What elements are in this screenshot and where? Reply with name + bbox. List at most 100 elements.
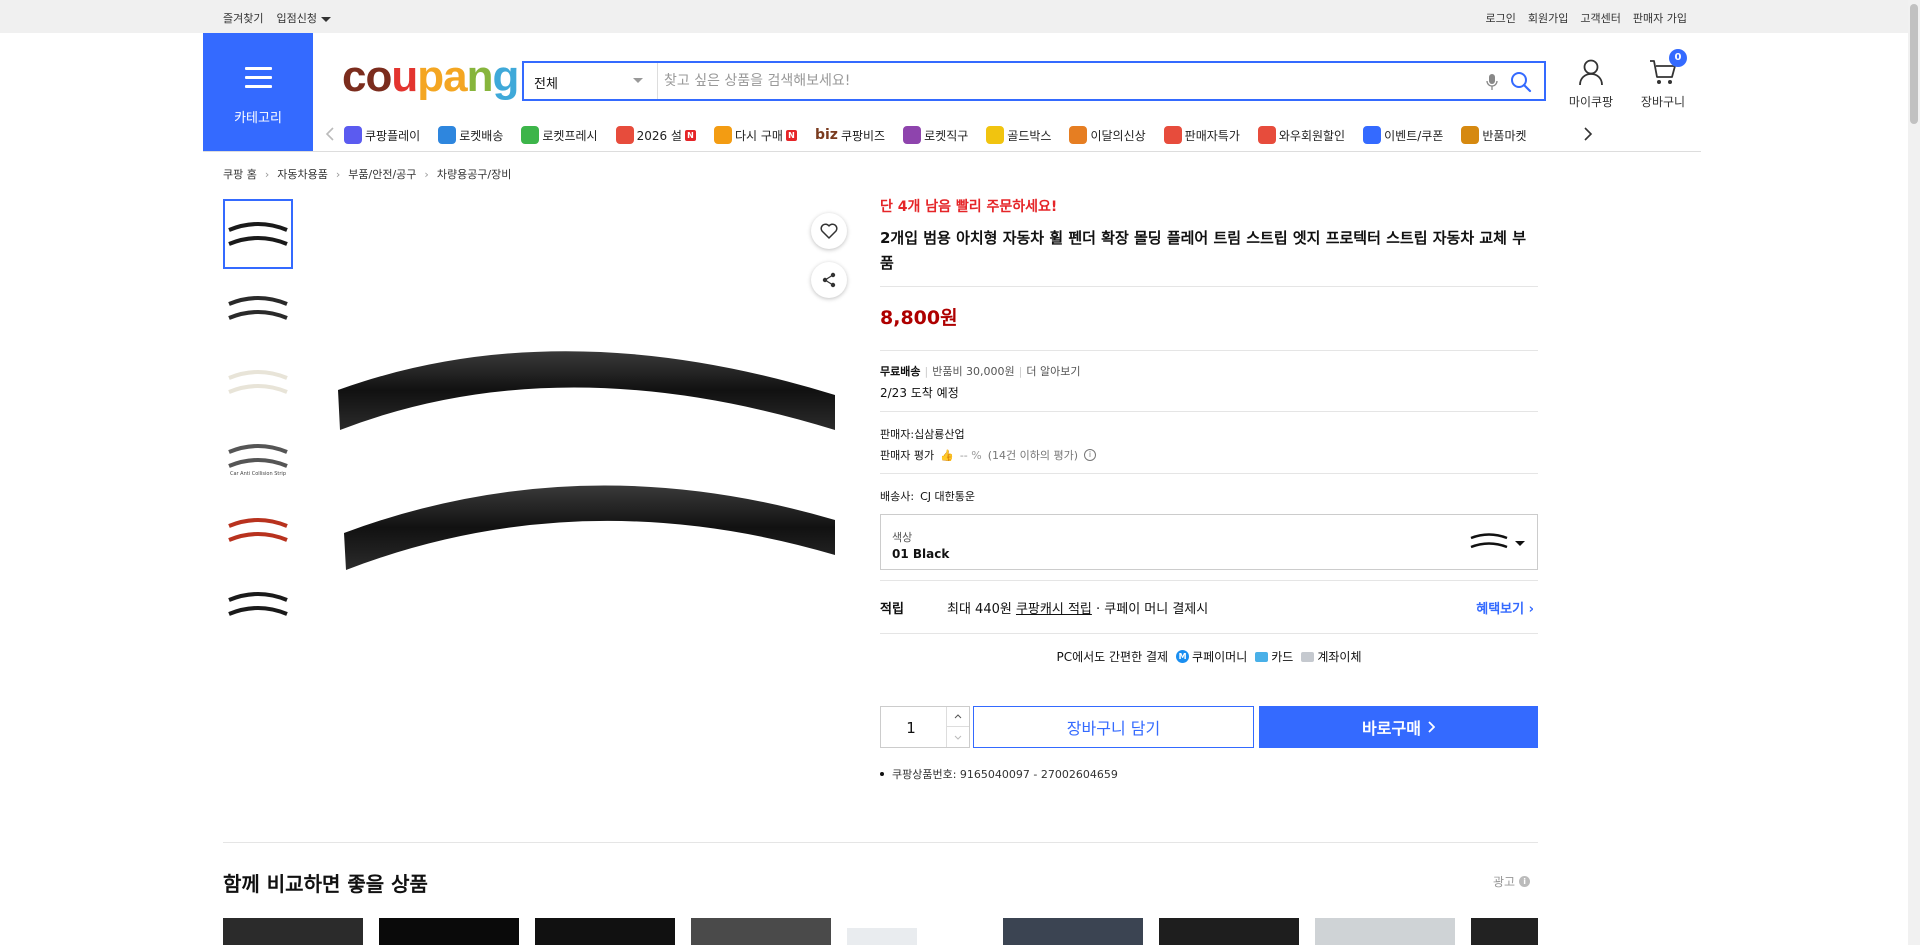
search-icon[interactable] (1510, 71, 1532, 93)
nav-prev-icon[interactable] (324, 126, 336, 142)
nav-item[interactable]: 로켓직구 (903, 126, 968, 144)
gift-icon (615, 126, 634, 144)
nav-item[interactable]: 이벤트/쿠폰 (1363, 126, 1443, 144)
new-icon (1069, 126, 1088, 144)
cash-reward-link[interactable]: 쿠팡캐시 적립 (1016, 598, 1092, 617)
share-button[interactable] (811, 262, 847, 298)
nav-item-label: 이달의신상 (1090, 128, 1146, 143)
compare-product-card[interactable] (691, 918, 831, 945)
seller-apply-menu[interactable]: 입점신청 (276, 10, 331, 26)
separator: | (1018, 365, 1023, 378)
benefits-link[interactable]: 혜택보기 › (1476, 598, 1534, 617)
category-label: 카테고리 (234, 111, 282, 126)
category-button[interactable]: 카테고리 (203, 33, 313, 152)
info-icon[interactable]: i (1084, 449, 1096, 461)
carrier-info: 배송사: CJ 대한통운 (880, 488, 1538, 504)
nav-item[interactable]: 쿠팡플레이 (344, 126, 420, 144)
caret-down-icon (320, 16, 331, 22)
wishlist-button[interactable] (811, 213, 847, 249)
nav-item[interactable]: 반품마켓 (1461, 126, 1527, 144)
nav-item-label: 로켓직구 (924, 128, 969, 143)
breadcrumb-separator-icon: › (424, 167, 429, 181)
add-to-cart-button[interactable]: 장바구니 담기 (973, 706, 1254, 748)
purchase-row: 1 장바구니 담기 바로구매 (880, 706, 1538, 748)
reward-amount: 최대 440원 (947, 601, 1012, 617)
compare-product-card[interactable] (535, 918, 675, 945)
payment-methods: PC에서도 간편한 결제 M 쿠페이머니 카드 계좌이체 (880, 648, 1538, 665)
rocket-icon (438, 126, 457, 144)
ad-label[interactable]: 광고 i (1493, 873, 1531, 890)
coupang-logo[interactable]: coupang (342, 52, 520, 101)
option-selector[interactable]: 색상 01 Black (880, 514, 1538, 570)
quantity-stepper: 1 (880, 706, 970, 748)
logo-part: u (391, 52, 418, 101)
compare-product-card[interactable] (379, 918, 519, 945)
option-thumbnail-icon (1470, 533, 1508, 549)
header-divider (203, 151, 1701, 152)
breadcrumb-item[interactable]: 쿠팡 홈 (223, 166, 257, 182)
seller-apply-label: 입점신청 (276, 12, 317, 25)
quantity-input[interactable]: 1 (881, 719, 941, 737)
nav-item[interactable]: 이달의신상 (1069, 126, 1146, 144)
compare-product-card[interactable] (847, 928, 917, 945)
compare-product-card[interactable] (1471, 918, 1538, 945)
buy-now-button[interactable]: 바로구매 (1259, 706, 1538, 748)
thumbnail[interactable]: Car Anti Collision Strip (223, 421, 293, 491)
mypage-button[interactable]: 마이쿠팡 (1561, 57, 1621, 110)
quantity-decrease-button[interactable] (946, 727, 969, 747)
search-input[interactable] (664, 69, 1454, 93)
breadcrumb-separator-icon: › (335, 167, 341, 181)
search-category-select[interactable]: 전체 (524, 63, 658, 99)
nav-item[interactable]: 로켓프레시 (521, 126, 598, 144)
nav-item[interactable]: 골드박스 (986, 126, 1051, 144)
thumbnail[interactable] (223, 199, 293, 269)
carrier-name: CJ 대한통운 (920, 490, 975, 503)
nav-item[interactable]: biz 쿠팡비즈 (815, 127, 885, 144)
nav-item[interactable]: 다시 구매 N (713, 126, 797, 144)
nav-item[interactable]: 2026 설N (615, 126, 696, 144)
arrival-date: 2/23 도착 예정 (880, 386, 959, 400)
thumbnail[interactable] (223, 495, 293, 565)
bookmark-link[interactable]: 즐겨찾기 (223, 10, 263, 26)
seller-signup-link[interactable]: 판매자 가입 (1633, 10, 1687, 26)
nav-item[interactable]: 판매자특가 (1163, 126, 1240, 144)
compare-product-card[interactable] (223, 918, 363, 945)
thumbnail-list: Car Anti Collision Strip (223, 199, 293, 643)
seller-name[interactable]: 판매자:십삼룡산업 (880, 426, 1538, 442)
cart-button[interactable]: 장바구니 0 (1633, 49, 1693, 110)
logo-part: co (342, 52, 392, 101)
login-link[interactable]: 로그인 (1486, 10, 1516, 26)
page-scrollbar[interactable] (1908, 0, 1920, 945)
compare-product-card[interactable] (1003, 918, 1143, 945)
thumbnail[interactable] (223, 273, 293, 343)
nav-items: 쿠팡플레이 로켓배송 로켓프레시 2026 설 N 다시 구매 N biz 쿠팡비즈 로켓직구 골드… (344, 118, 1664, 152)
fender-strip-thumb-icon (228, 222, 288, 246)
scrollbar-thumb[interactable] (1910, 4, 1918, 124)
fender-strip-thumb-icon (228, 296, 288, 320)
nav-next-icon[interactable] (1582, 126, 1594, 142)
signup-link[interactable]: 회원가입 (1528, 10, 1568, 26)
logo-part: g (492, 52, 520, 101)
microphone-icon[interactable] (1486, 73, 1498, 91)
nav-item[interactable]: 로켓배송 (438, 126, 503, 144)
breadcrumb-item[interactable]: 부품/안전/공구 (348, 166, 416, 182)
reward-label: 적립 (880, 601, 904, 617)
breadcrumb-item[interactable]: 자동차용품 (277, 166, 328, 182)
fender-strip-thumb-icon (228, 370, 288, 394)
nav-item[interactable]: 와우회원할인 (1257, 126, 1345, 144)
divider (880, 286, 1538, 287)
option-label: 색상 (892, 531, 913, 544)
chevron-down-icon (954, 735, 962, 740)
compare-product-card[interactable] (1315, 918, 1455, 945)
customer-center-link[interactable]: 고객센터 (1580, 10, 1620, 26)
compare-product-card[interactable] (1159, 918, 1299, 945)
carrier-label: 배송사: (880, 490, 915, 503)
quantity-increase-button[interactable] (946, 707, 969, 727)
thumbnail[interactable] (223, 347, 293, 417)
thumbnail[interactable] (223, 569, 293, 639)
coupay-icon: M (1176, 650, 1190, 663)
shipping-more-link[interactable]: 더 알아보기 (1026, 365, 1080, 378)
seller-rating-value: -- % (959, 448, 982, 462)
bank-transfer-icon (1301, 651, 1315, 662)
breadcrumb-item[interactable]: 차량용공구/장비 (437, 166, 512, 182)
